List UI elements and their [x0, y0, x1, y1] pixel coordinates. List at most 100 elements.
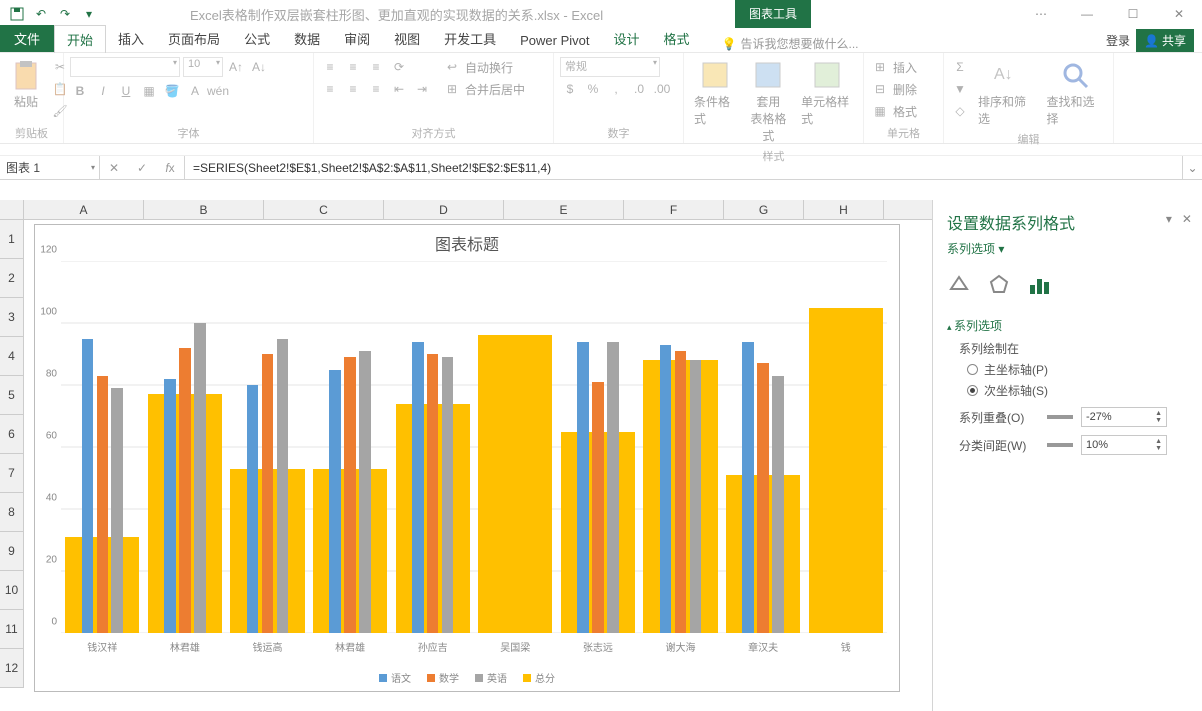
- bold-button[interactable]: B: [70, 81, 90, 101]
- tab-home[interactable]: 开始: [54, 25, 106, 53]
- panel-close-icon[interactable]: ▾ ✕: [1166, 212, 1192, 226]
- format-table-button[interactable]: 套用 表格格式: [744, 57, 794, 146]
- bar-series[interactable]: [111, 388, 123, 633]
- font-size-select[interactable]: 10: [183, 57, 223, 77]
- decrease-font-icon[interactable]: A↓: [249, 57, 269, 77]
- formula-input[interactable]: =SERIES(Sheet2!$E$1,Sheet2!$A$2:$A$11,Sh…: [185, 156, 1182, 179]
- bar-series[interactable]: [660, 345, 672, 633]
- bar-series[interactable]: [427, 354, 439, 633]
- tab-formulas[interactable]: 公式: [232, 25, 282, 52]
- bar-series[interactable]: [359, 351, 371, 633]
- bar-series[interactable]: [164, 379, 176, 633]
- bar-series[interactable]: [344, 357, 356, 633]
- bar-series[interactable]: [577, 342, 589, 633]
- bar-series[interactable]: [82, 339, 94, 634]
- find-select-button[interactable]: 查找和选择: [1043, 57, 1108, 129]
- legend-item[interactable]: 语文: [379, 670, 411, 685]
- underline-button[interactable]: U: [116, 81, 136, 101]
- login-link[interactable]: 登录: [1106, 32, 1130, 49]
- column-header[interactable]: C: [264, 200, 384, 219]
- row-header[interactable]: 12: [0, 649, 23, 688]
- bar-series[interactable]: [97, 376, 109, 633]
- bar-series[interactable]: [247, 385, 259, 633]
- tab-chart-design[interactable]: 设计: [602, 25, 652, 52]
- border-button[interactable]: ▦: [139, 81, 159, 101]
- column-header[interactable]: D: [384, 200, 504, 219]
- tab-review[interactable]: 审阅: [332, 25, 382, 52]
- cell-styles-button[interactable]: 单元格样式: [797, 57, 857, 129]
- tab-page-layout[interactable]: 页面布局: [156, 25, 232, 52]
- cancel-formula-icon[interactable]: ✕: [100, 161, 128, 175]
- align-bottom-icon[interactable]: ≡: [366, 57, 386, 77]
- fill-icon[interactable]: ▼: [950, 79, 970, 99]
- row-header[interactable]: 9: [0, 532, 23, 571]
- align-center-icon[interactable]: ≡: [343, 79, 363, 99]
- percent-icon[interactable]: %: [583, 79, 603, 99]
- panel-subtitle[interactable]: 系列选项 ▾: [947, 240, 1188, 257]
- row-header[interactable]: 5: [0, 376, 23, 415]
- tab-view[interactable]: 视图: [382, 25, 432, 52]
- currency-icon[interactable]: $: [560, 79, 580, 99]
- chart-plot-area[interactable]: 020406080100120: [61, 261, 887, 633]
- tab-file[interactable]: 文件: [0, 25, 54, 52]
- phonetic-button[interactable]: wén: [208, 81, 228, 101]
- expand-formula-icon[interactable]: ⌄: [1182, 156, 1202, 179]
- wrap-text-button[interactable]: ↩自动换行: [442, 57, 525, 77]
- number-format-select[interactable]: 常规: [560, 57, 660, 77]
- bar-series[interactable]: [329, 370, 341, 634]
- series-options-icon[interactable]: [1027, 273, 1051, 297]
- embedded-chart[interactable]: 图表标题 020406080100120 钱汉祥林君雄钱运高林君雄孙应吉吴国梁张…: [34, 224, 900, 692]
- maximize-button[interactable]: ☐: [1110, 0, 1156, 28]
- bar-series[interactable]: [592, 382, 604, 633]
- fx-icon[interactable]: fx: [156, 161, 184, 175]
- row-header[interactable]: 10: [0, 571, 23, 610]
- tab-chart-format[interactable]: 格式: [652, 25, 702, 52]
- column-header[interactable]: F: [624, 200, 724, 219]
- decrease-decimal-icon[interactable]: .00: [652, 79, 672, 99]
- row-header[interactable]: 4: [0, 337, 23, 376]
- section-series-options[interactable]: 系列选项: [947, 317, 1188, 334]
- align-top-icon[interactable]: ≡: [320, 57, 340, 77]
- bar-series[interactable]: [277, 339, 289, 634]
- tab-powerpivot[interactable]: Power Pivot: [508, 29, 601, 52]
- column-header[interactable]: H: [804, 200, 884, 219]
- name-box[interactable]: 图表 1: [0, 156, 100, 179]
- bar-series[interactable]: [194, 323, 206, 633]
- legend-item[interactable]: 数学: [427, 670, 459, 685]
- font-name-select[interactable]: [70, 57, 180, 77]
- row-header[interactable]: 2: [0, 259, 23, 298]
- gap-input[interactable]: 10%▲▼: [1081, 435, 1167, 455]
- row-header[interactable]: 1: [0, 220, 23, 259]
- select-all-corner[interactable]: [0, 200, 24, 220]
- delete-cells-button[interactable]: ⊟删除: [870, 79, 917, 99]
- radio-secondary-axis[interactable]: 次坐标轴(S): [967, 382, 1188, 399]
- chart-bars[interactable]: [61, 261, 887, 633]
- column-header[interactable]: G: [724, 200, 804, 219]
- undo-icon[interactable]: ↶: [30, 3, 52, 25]
- legend-item[interactable]: 总分: [523, 670, 555, 685]
- align-right-icon[interactable]: ≡: [366, 79, 386, 99]
- share-button[interactable]: 👤共享: [1136, 29, 1194, 52]
- autosum-icon[interactable]: Σ: [950, 57, 970, 77]
- indent-decrease-icon[interactable]: ⇤: [389, 79, 409, 99]
- increase-decimal-icon[interactable]: .0: [629, 79, 649, 99]
- row-header[interactable]: 11: [0, 610, 23, 649]
- sort-filter-button[interactable]: A↓排序和筛选: [974, 57, 1039, 129]
- enter-formula-icon[interactable]: ✓: [128, 161, 156, 175]
- bar-series[interactable]: [690, 360, 702, 633]
- minimize-button[interactable]: —: [1064, 0, 1110, 28]
- redo-icon[interactable]: ↷: [54, 3, 76, 25]
- italic-button[interactable]: I: [93, 81, 113, 101]
- font-color-button[interactable]: A: [185, 81, 205, 101]
- indent-increase-icon[interactable]: ⇥: [412, 79, 432, 99]
- chart-title[interactable]: 图表标题: [35, 225, 899, 255]
- tab-data[interactable]: 数据: [282, 25, 332, 52]
- orientation-icon[interactable]: ⟳: [389, 57, 409, 77]
- bar-series[interactable]: [757, 363, 769, 633]
- gap-slider[interactable]: [1047, 443, 1073, 447]
- legend-item[interactable]: 英语: [475, 670, 507, 685]
- align-left-icon[interactable]: ≡: [320, 79, 340, 99]
- overlap-input[interactable]: -27%▲▼: [1081, 407, 1167, 427]
- bar-series[interactable]: [675, 351, 687, 633]
- bar-series[interactable]: [442, 357, 454, 633]
